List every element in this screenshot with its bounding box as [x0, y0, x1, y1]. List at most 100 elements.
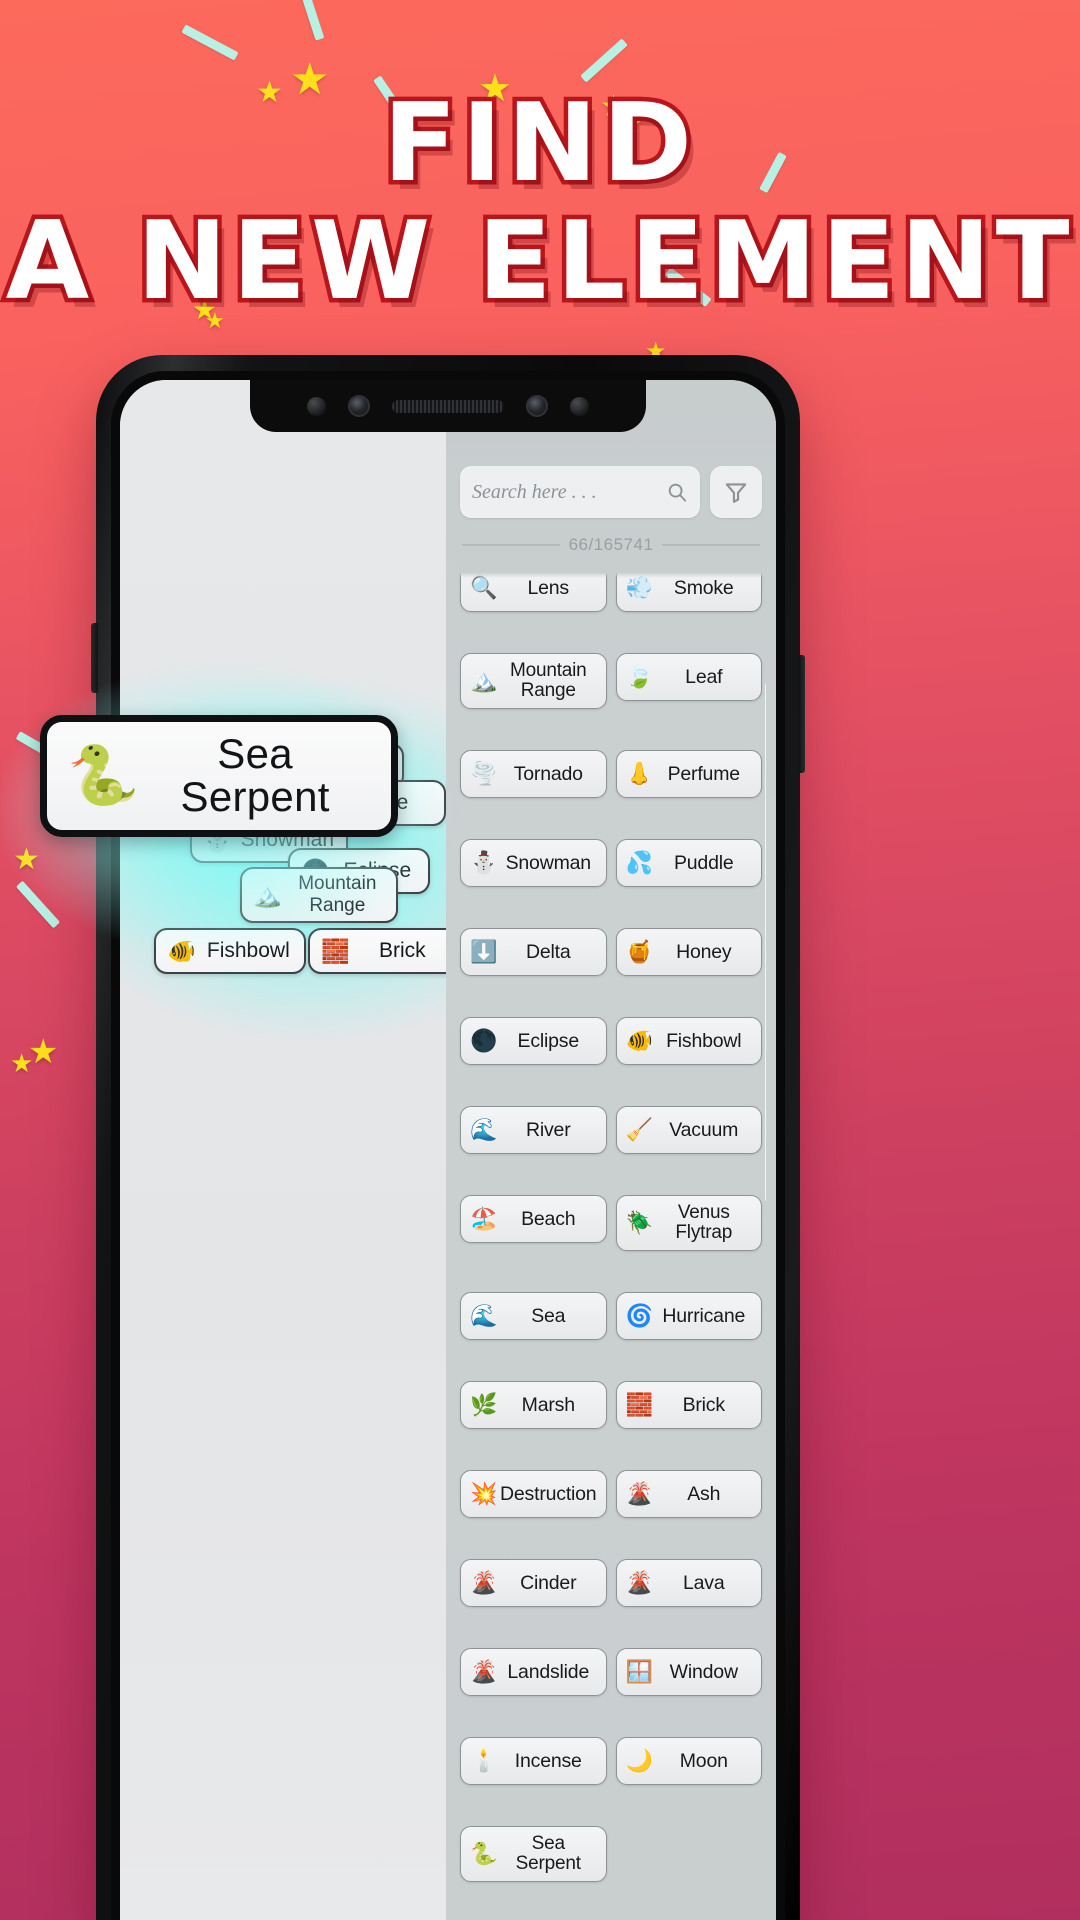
- element-emoji-icon: ⬇️: [470, 939, 498, 964]
- element-list-item[interactable]: 🌋 Ash: [615, 1470, 762, 1518]
- element-item-label: Mountain Range: [509, 660, 587, 701]
- element-emoji-icon: 🔍: [470, 575, 498, 600]
- element-list-item[interactable]: 🌪️ Tornado: [460, 750, 607, 798]
- phone-bezel: 🌳Tree🔍Lens❄️Ice⛄Snowman🌑Eclipse🏔️Mountai…: [111, 371, 785, 1920]
- element-list-item[interactable]: ⬇️ Delta: [460, 928, 607, 976]
- element-emoji-icon: 🏔️: [253, 881, 282, 908]
- workspace-card[interactable]: 🧱 Brick: [308, 928, 446, 974]
- element-item-label: Brick: [682, 1393, 726, 1416]
- element-emoji-icon: 💥: [470, 1481, 498, 1506]
- element-item-label: Leaf: [685, 665, 723, 688]
- workspace-card[interactable]: 🐠 Fishbowl: [154, 928, 306, 974]
- element-emoji-icon: 🌊: [470, 1117, 498, 1142]
- confetti-star: ★: [13, 843, 40, 876]
- element-list-item[interactable]: 🧹 Vacuum: [615, 1106, 762, 1154]
- element-list-item[interactable]: 🌀 Hurricane: [615, 1292, 762, 1340]
- element-list-item[interactable]: 🐍 Sea Serpent: [460, 1826, 607, 1882]
- element-list-item[interactable]: 💥 Destruction: [460, 1470, 607, 1518]
- phone-mockup: 🌳Tree🔍Lens❄️Ice⛄Snowman🌑Eclipse🏔️Mountai…: [91, 355, 805, 1920]
- headline-line-1: FIND: [379, 81, 697, 206]
- element-list-item[interactable]: 🕯️ Incense: [460, 1737, 607, 1785]
- phone-notch: [250, 380, 646, 432]
- feature-element-card[interactable]: 🐍 Sea Serpent: [40, 715, 398, 837]
- element-item-label: Vacuum: [669, 1118, 739, 1141]
- workspace-card-label: Fishbowl: [206, 939, 290, 962]
- element-counter: 66/165741: [568, 535, 654, 554]
- counter-rule-left: [462, 544, 560, 546]
- confetti-shard: [580, 38, 628, 83]
- filter-button[interactable]: [710, 466, 762, 518]
- element-emoji-icon: 🧱: [625, 1392, 654, 1417]
- workspace-card-label: Brick: [378, 939, 426, 962]
- element-list-item[interactable]: 🪲 Venus Flytrap: [615, 1195, 762, 1251]
- element-item-label: Lens: [527, 576, 570, 599]
- confetti-shard: [299, 0, 325, 41]
- front-camera-icon: [348, 395, 370, 417]
- element-list-item[interactable]: 🌑 Eclipse: [460, 1017, 607, 1065]
- workspace-card[interactable]: 🏔️ Mountain Range: [240, 867, 398, 923]
- element-list-item[interactable]: 💦 Puddle: [615, 839, 762, 887]
- element-emoji-icon: 🌀: [625, 1303, 654, 1328]
- element-list-item[interactable]: 🌊 River: [460, 1106, 607, 1154]
- element-item-label: Smoke: [673, 576, 734, 599]
- element-item-label: Beach: [521, 1207, 576, 1230]
- element-emoji-icon: 👃: [625, 761, 654, 786]
- element-list-item[interactable]: 🍯 Honey: [615, 928, 762, 976]
- element-item-label: Incense: [514, 1749, 582, 1772]
- promo-headline: FIND A NEW ELEMENT: [0, 81, 1080, 319]
- element-item-label: Venus Flytrap: [675, 1202, 733, 1243]
- element-list-item[interactable]: 🌙 Moon: [615, 1737, 762, 1785]
- element-item-label: Window: [669, 1660, 738, 1683]
- element-list-item[interactable]: 🏖️ Beach: [460, 1195, 607, 1243]
- element-emoji-icon: 🕯️: [470, 1748, 498, 1773]
- element-item-label: Cinder: [520, 1571, 577, 1594]
- element-item-label: Moon: [679, 1749, 728, 1772]
- element-list-item[interactable]: 🌊 Sea: [460, 1292, 607, 1340]
- workspace-canvas[interactable]: 🌳Tree🔍Lens❄️Ice⛄Snowman🌑Eclipse🏔️Mountai…: [120, 380, 446, 1920]
- element-list-item[interactable]: 👃 Perfume: [615, 750, 762, 798]
- element-emoji-icon: 🌑: [470, 1028, 498, 1053]
- element-grid[interactable]: 🔍 Lens 💨 Smoke 🏔️ Mountain Range 🍃 Leaf 🌪️ Tornado…: [456, 564, 766, 1914]
- element-item-label: Tornado: [513, 762, 583, 785]
- element-emoji-icon: 🧱: [321, 937, 350, 964]
- element-list-item[interactable]: 🌋 Lava: [615, 1559, 762, 1607]
- element-item-label: Sea: [531, 1304, 566, 1327]
- search-icon: [668, 483, 687, 502]
- element-list-scrollbar[interactable]: [765, 682, 766, 1202]
- front-camera-icon: [526, 395, 548, 417]
- element-list-item[interactable]: 🏔️ Mountain Range: [460, 653, 607, 709]
- element-emoji-icon: 🐍: [470, 1841, 498, 1866]
- element-list-item[interactable]: 🐠 Fishbowl: [615, 1017, 762, 1065]
- element-emoji-icon: 🏔️: [470, 668, 498, 693]
- element-list-item[interactable]: ⛄ Snowman: [460, 839, 607, 887]
- element-counter-row: 66/165741: [456, 518, 766, 564]
- element-emoji-icon: ⛄: [470, 850, 498, 875]
- element-emoji-icon: 💨: [625, 575, 654, 600]
- element-item-label: Destruction: [500, 1482, 597, 1505]
- filter-funnel-icon: [725, 483, 747, 503]
- element-list-item[interactable]: 🍃 Leaf: [615, 653, 762, 701]
- element-emoji-icon: 🍯: [625, 939, 654, 964]
- confetti-shard: [181, 24, 239, 61]
- element-item-label: Perfume: [667, 762, 740, 785]
- element-emoji-icon: 🪲: [625, 1210, 654, 1235]
- element-list-item[interactable]: 🌋 Cinder: [460, 1559, 607, 1607]
- element-emoji-icon: 🐠: [625, 1028, 654, 1053]
- workspace-card-label: Mountain Range: [298, 873, 377, 916]
- confetti-star: ★: [10, 1048, 34, 1078]
- element-emoji-icon: 🌊: [470, 1303, 498, 1328]
- element-list-item[interactable]: 🪟 Window: [615, 1648, 762, 1696]
- element-emoji-icon: 🌋: [470, 1570, 498, 1595]
- element-list-item[interactable]: 🧱 Brick: [615, 1381, 762, 1429]
- element-emoji-icon: 🌋: [470, 1659, 498, 1684]
- element-emoji-icon: 🌙: [625, 1748, 654, 1773]
- element-list-item[interactable]: 🌿 Marsh: [460, 1381, 607, 1429]
- element-list-item[interactable]: 🌋 Landslide: [460, 1648, 607, 1696]
- element-item-label: Marsh: [521, 1393, 575, 1416]
- confetti-shard: [15, 880, 61, 929]
- search-input[interactable]: Search here . . .: [460, 466, 700, 518]
- element-emoji-icon: 🐠: [167, 937, 196, 964]
- element-emoji-icon: 🏖️: [470, 1206, 498, 1231]
- confetti-star: ★: [28, 1033, 59, 1071]
- element-emoji-icon: 🧹: [625, 1117, 654, 1142]
